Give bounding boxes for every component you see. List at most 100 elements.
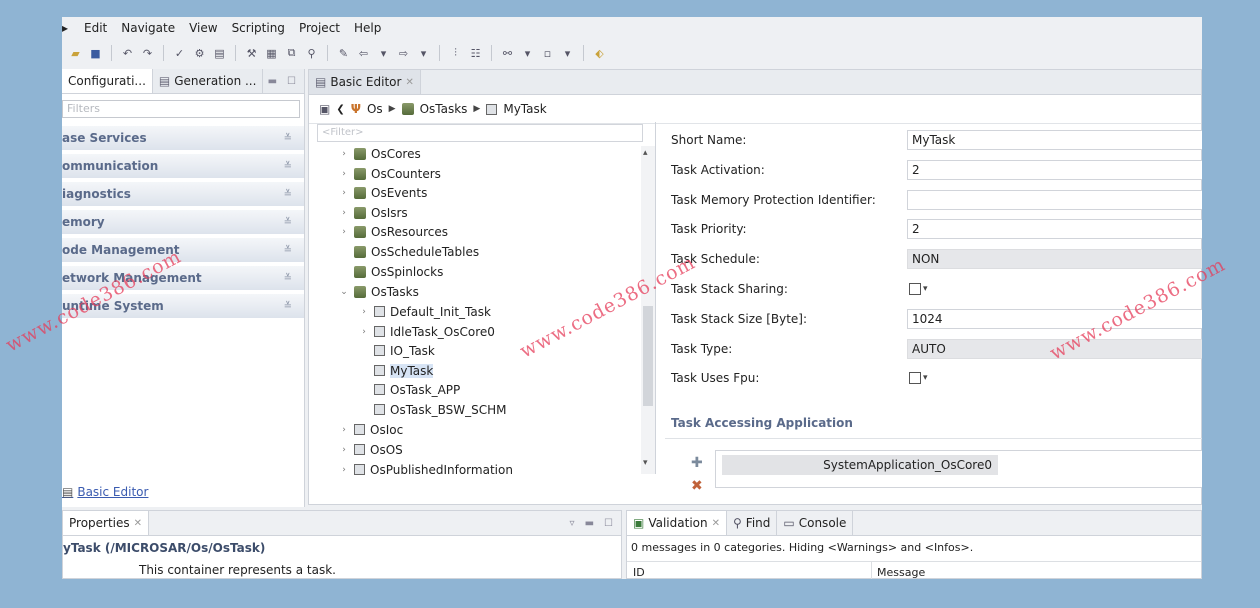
- expand-icon[interactable]: ›: [339, 425, 349, 435]
- close-icon[interactable]: ✕: [405, 77, 413, 88]
- tree-scrollbar[interactable]: ▴ ▾: [641, 146, 655, 474]
- chevron-down-icon[interactable]: ≚: [284, 301, 292, 312]
- accessing-application-item[interactable]: SystemApplication_OsCore0: [722, 455, 998, 475]
- tab-basic-editor[interactable]: ▤ Basic Editor ✕: [309, 70, 421, 94]
- binoculars-icon[interactable]: ⚲: [304, 46, 319, 61]
- chevron-down-icon[interactable]: ≚: [284, 217, 292, 228]
- category-mode-management[interactable]: ode Management ≚: [62, 238, 304, 262]
- menu-edit[interactable]: Edit: [84, 21, 107, 35]
- left-filter-input[interactable]: Filters: [62, 100, 300, 118]
- validate-icon[interactable]: ✓: [172, 46, 187, 61]
- tree-item-io-task[interactable]: IO_Task: [359, 341, 435, 360]
- menu-scripting[interactable]: Scripting: [232, 21, 285, 35]
- tree-item-ostask-bsw-schm[interactable]: OsTask_BSW_SCHM: [359, 400, 506, 419]
- diagram-icon[interactable]: ☷: [468, 46, 483, 61]
- expand-icon[interactable]: ›: [339, 445, 349, 455]
- collapse-icon[interactable]: ⌄: [339, 287, 349, 297]
- tree-item-mytask[interactable]: MyTask: [359, 361, 434, 380]
- edit-icon[interactable]: ✎: [336, 46, 351, 61]
- chart-icon[interactable]: ⫶: [448, 46, 463, 61]
- save-icon[interactable]: ■: [88, 46, 103, 61]
- menu-file-fragment[interactable]: ▸: [62, 21, 70, 35]
- expand-icon[interactable]: ›: [359, 327, 369, 337]
- chevron-down-icon[interactable]: ≚: [284, 273, 292, 284]
- close-icon[interactable]: ✕: [712, 518, 720, 529]
- tools-icon[interactable]: ⚒: [244, 46, 259, 61]
- basic-editor-link[interactable]: ▤ Basic Editor: [62, 485, 148, 499]
- column-id[interactable]: ID: [633, 566, 645, 579]
- tree-filter-input[interactable]: <Filter>: [317, 124, 643, 142]
- settings-icon[interactable]: ⚙: [192, 46, 207, 61]
- tree-item-ostask-app[interactable]: OsTask_APP: [359, 380, 460, 399]
- tree-item-osresources[interactable]: › OsResources: [339, 222, 448, 241]
- expand-icon[interactable]: ›: [339, 227, 349, 237]
- task-uses-fpu-checkbox[interactable]: ▾: [909, 372, 928, 384]
- tab-find[interactable]: ⚲ Find: [727, 511, 778, 535]
- tab-configuration[interactable]: Configurati...: [62, 69, 153, 93]
- tree-item-default-init-task[interactable]: › Default_Init_Task: [359, 302, 491, 321]
- minimize-icon[interactable]: ▬: [585, 518, 594, 529]
- view-toggle-icon[interactable]: ▣: [319, 102, 330, 116]
- tab-generation[interactable]: ▤ Generation ...: [153, 69, 264, 93]
- maximize-icon[interactable]: ☐: [604, 518, 613, 529]
- tree-item-osos[interactable]: › OsOS: [339, 440, 403, 459]
- tab-properties[interactable]: Properties ✕: [63, 511, 150, 535]
- checkbox-box[interactable]: [909, 372, 921, 384]
- task-mem-protection-field[interactable]: [907, 190, 1202, 210]
- breadcrumb-mytask[interactable]: MyTask: [503, 102, 546, 116]
- chevron-down-icon[interactable]: ▾: [923, 284, 928, 294]
- checkbox-box[interactable]: [909, 283, 921, 295]
- task-priority-field[interactable]: 2: [907, 219, 1202, 239]
- expand-icon[interactable]: ›: [339, 149, 349, 159]
- breadcrumb-ostasks[interactable]: OsTasks: [420, 102, 468, 116]
- short-name-field[interactable]: MyTask: [907, 130, 1202, 150]
- tree-item-osscheduletables[interactable]: OsScheduleTables: [339, 242, 479, 261]
- category-memory[interactable]: emory ≚: [62, 210, 304, 234]
- chevron-down-icon[interactable]: ≚: [284, 161, 292, 172]
- expand-icon[interactable]: ›: [339, 188, 349, 198]
- open-folder-icon[interactable]: ▰: [68, 46, 83, 61]
- chevron-down-icon[interactable]: ▾: [376, 46, 391, 61]
- tag-icon[interactable]: ⬖: [592, 46, 607, 61]
- redo-icon[interactable]: ↷: [140, 46, 155, 61]
- task-stack-size-field[interactable]: 1024: [907, 309, 1202, 329]
- tree-item-oscores[interactable]: › OsCores: [339, 144, 421, 163]
- tree-item-idletask-oscore0[interactable]: › IdleTask_OsCore0: [359, 322, 495, 341]
- back-icon[interactable]: ⇦: [356, 46, 371, 61]
- chevron-down-icon[interactable]: ≚: [284, 245, 292, 256]
- generate-icon[interactable]: ▤: [212, 46, 227, 61]
- tab-console[interactable]: ▭ Console: [777, 511, 854, 535]
- tree-item-osevents[interactable]: › OsEvents: [339, 183, 427, 202]
- chevron-down-icon[interactable]: ▾: [416, 46, 431, 61]
- menu-project[interactable]: Project: [299, 21, 340, 35]
- tree-item-osioc[interactable]: › OsIoc: [339, 420, 403, 439]
- undo-icon[interactable]: ↶: [120, 46, 135, 61]
- chevron-down-icon[interactable]: ▾: [560, 46, 575, 61]
- tree-item-osspinlocks[interactable]: OsSpinlocks: [339, 262, 443, 281]
- chevron-down-icon[interactable]: ▾: [520, 46, 535, 61]
- minimize-icon[interactable]: ▬: [268, 76, 277, 87]
- add-icon[interactable]: ✚: [691, 455, 703, 471]
- compare-icon[interactable]: ⧉: [284, 46, 299, 61]
- page-icon[interactable]: ▫: [540, 46, 555, 61]
- expand-icon[interactable]: ›: [339, 208, 349, 218]
- breadcrumb-os[interactable]: Os: [367, 102, 383, 116]
- scroll-up-icon[interactable]: ▴: [643, 148, 648, 158]
- column-message[interactable]: Message: [877, 566, 925, 579]
- delete-icon[interactable]: ✖: [691, 478, 703, 494]
- menu-navigate[interactable]: Navigate: [121, 21, 175, 35]
- scroll-down-icon[interactable]: ▾: [643, 458, 648, 468]
- category-diagnostics[interactable]: iagnostics ≚: [62, 182, 304, 206]
- menu-view[interactable]: View: [189, 21, 217, 35]
- view-menu-icon[interactable]: ▿: [570, 518, 575, 529]
- tree-item-ostasks[interactable]: ⌄ OsTasks: [339, 282, 419, 301]
- category-base-services[interactable]: ase Services ≚: [62, 126, 304, 150]
- scroll-thumb[interactable]: [643, 306, 653, 406]
- expand-icon[interactable]: ›: [359, 307, 369, 317]
- chevron-down-icon[interactable]: ≚: [284, 189, 292, 200]
- close-icon[interactable]: ✕: [134, 518, 142, 529]
- grid-icon[interactable]: ▦: [264, 46, 279, 61]
- task-schedule-select[interactable]: NON: [907, 249, 1202, 269]
- tree-item-oscounters[interactable]: › OsCounters: [339, 164, 441, 183]
- tree-item-osisrs[interactable]: › OsIsrs: [339, 203, 408, 222]
